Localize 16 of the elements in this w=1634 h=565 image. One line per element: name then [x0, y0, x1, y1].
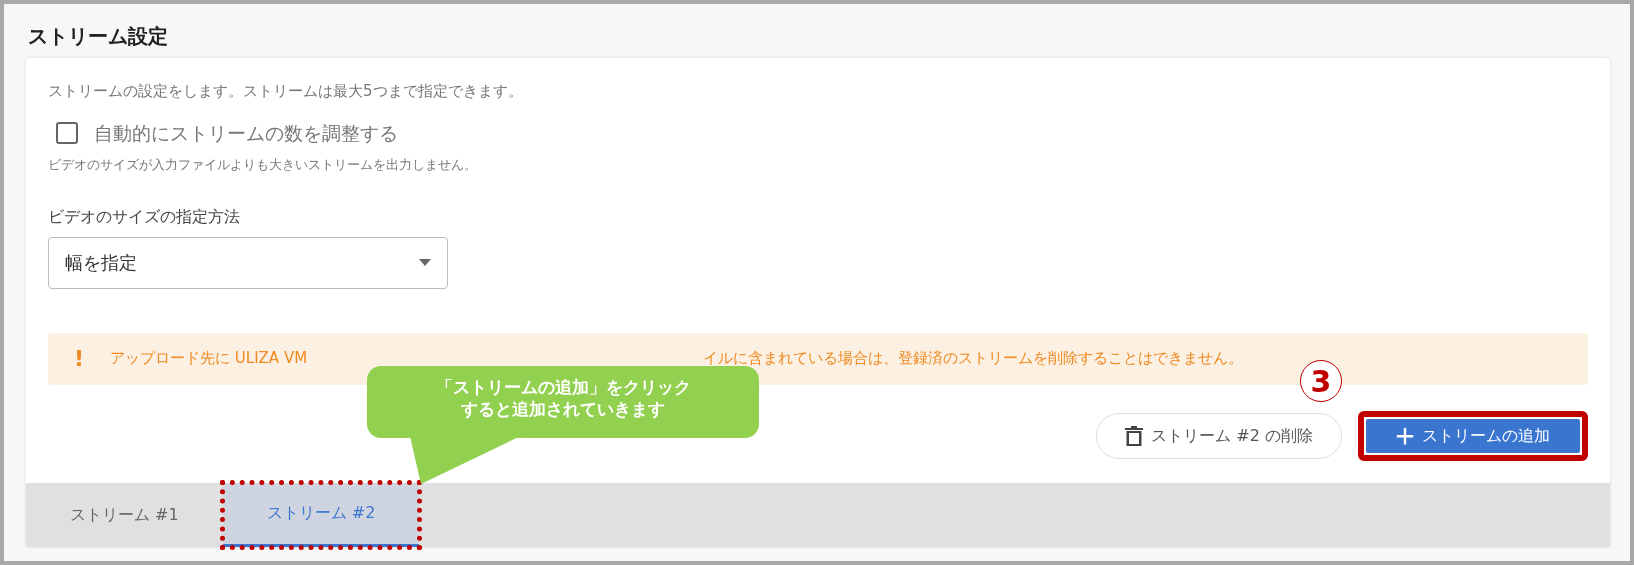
- dropdown-caret-icon: [419, 259, 431, 266]
- size-method-select[interactable]: 幅を指定: [48, 236, 448, 289]
- checkbox-label[interactable]: 自動的にストリームの数を調整する: [94, 118, 398, 147]
- description-text: ストリームの設定をします。ストリームは最大5つまで指定できます。: [48, 81, 524, 102]
- warning-text: アップロード先に ULIZA VM: [110, 348, 308, 370]
- plus-icon: [1396, 425, 1414, 446]
- hint-text: ビデオのサイズが入力ファイルよりも大きいストリームを出力しません。: [48, 156, 478, 174]
- add-stream-button[interactable]: ストリームの追加: [1366, 418, 1580, 453]
- section-title: ストリーム設定: [27, 23, 169, 50]
- checkbox[interactable]: [56, 121, 78, 144]
- stream-tab[interactable]: ストリーム #1: [26, 482, 223, 547]
- stream-tab[interactable]: ストリーム #2: [222, 482, 420, 547]
- trash-icon: [1125, 425, 1144, 446]
- field-label: ビデオのサイズの指定方法: [48, 205, 241, 228]
- delete-stream-button[interactable]: ストリーム #2 の削除: [1096, 412, 1342, 459]
- warning-icon: !: [74, 342, 85, 375]
